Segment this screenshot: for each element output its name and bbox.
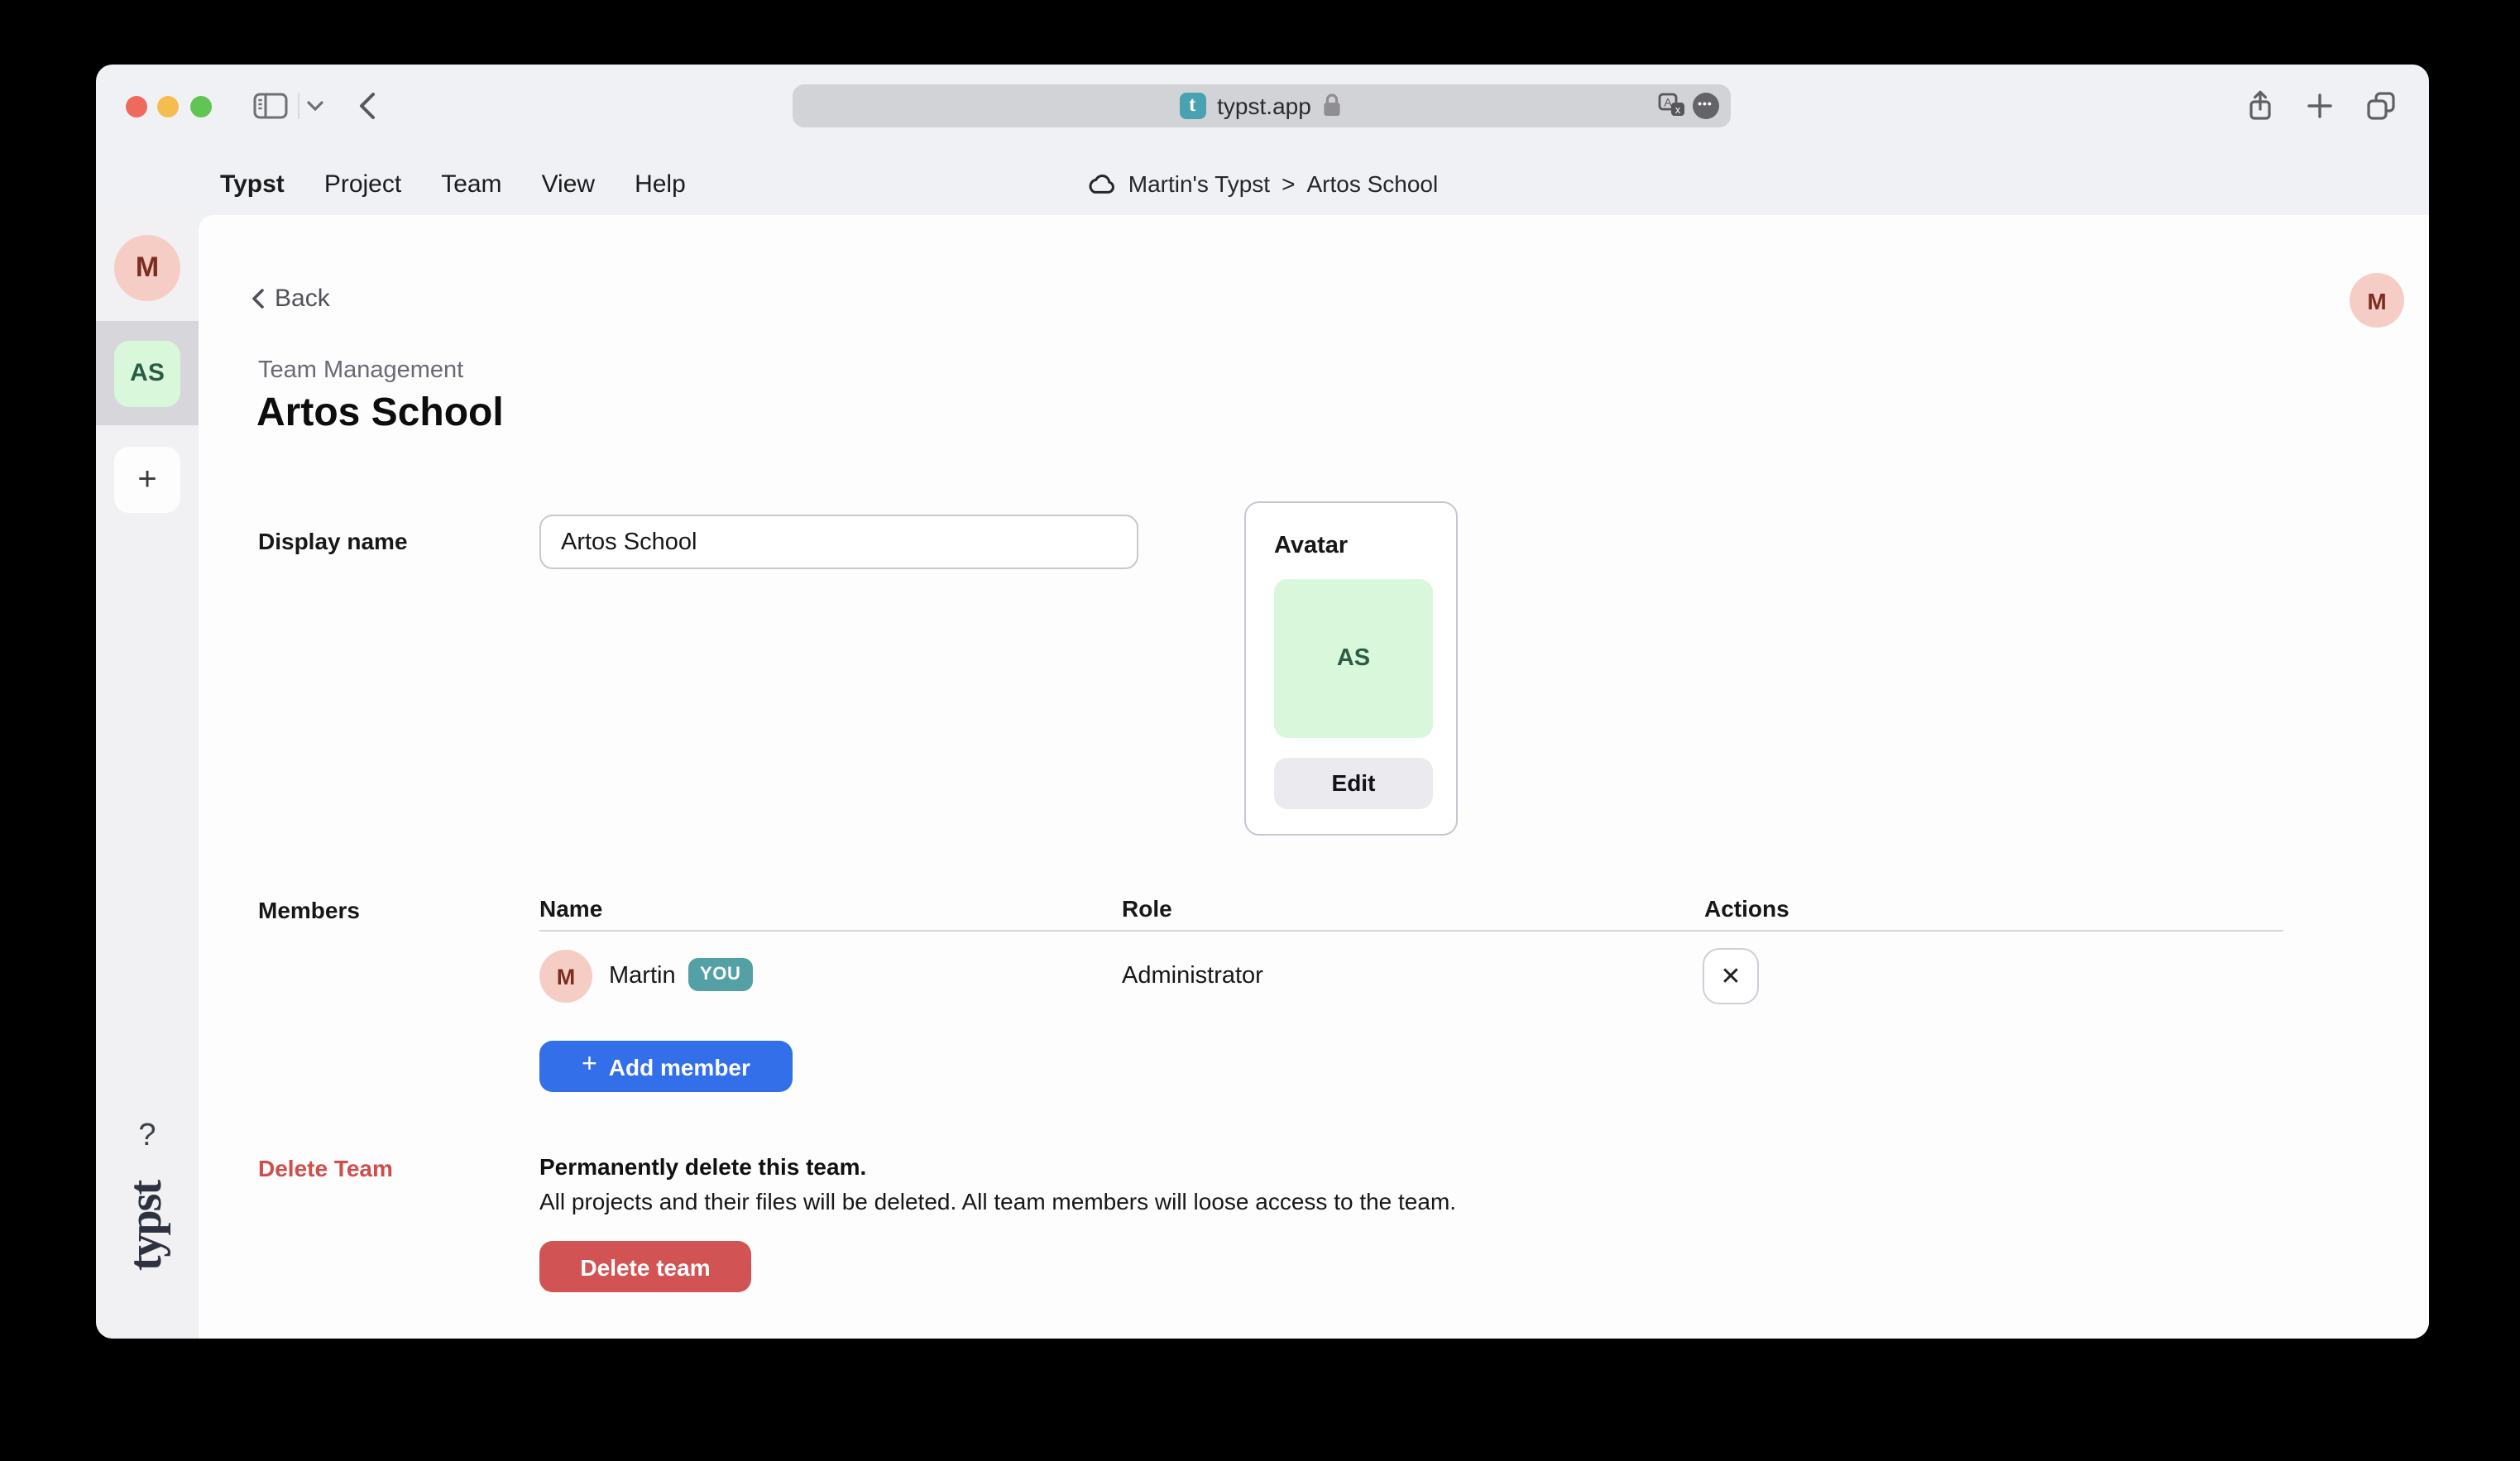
chevron-down-icon[interactable]: [306, 99, 324, 113]
menu-help[interactable]: Help: [635, 170, 686, 198]
sidebar-item-personal-workspace[interactable]: M: [114, 234, 180, 300]
edit-avatar-button[interactable]: Edit: [1274, 757, 1433, 808]
menu-typst[interactable]: Typst: [220, 170, 285, 198]
window-close-button[interactable]: [125, 95, 146, 117]
share-icon[interactable]: [2245, 89, 2275, 122]
delete-team-label: Delete Team: [258, 1155, 393, 1181]
you-badge: YOU: [688, 958, 753, 991]
team-avatar-preview: AS: [1274, 578, 1433, 737]
member-avatar: M: [539, 950, 592, 1003]
svg-text:A: A: [1663, 95, 1671, 108]
window-zoom-button[interactable]: [189, 95, 211, 117]
user-avatar[interactable]: M: [2350, 273, 2404, 328]
plus-icon: +: [137, 461, 156, 499]
sidebar-add-team-button[interactable]: +: [114, 447, 180, 513]
team-management-page: M Back Team Management Artos School Disp…: [199, 215, 2429, 1339]
translate-icon[interactable]: A x: [1657, 93, 1685, 117]
site-favicon: t: [1179, 92, 1205, 118]
column-header-role: Role: [1122, 895, 1172, 922]
column-header-name: Name: [539, 895, 602, 922]
browser-window: t typst.app A x •••: [96, 65, 2429, 1339]
remove-member-button[interactable]: ✕: [1703, 948, 1759, 1004]
typst-logo-wrap: typst: [96, 1143, 199, 1309]
avatar-card-title: Avatar: [1274, 532, 1348, 558]
page-title: Artos School: [256, 390, 504, 437]
chevron-left-icon: [252, 288, 265, 309]
cloud-icon: [1087, 173, 1117, 194]
url-text: typst.app: [1217, 92, 1311, 118]
tab-overview-icon[interactable]: [2366, 91, 2396, 121]
window-minimize-button[interactable]: [157, 95, 179, 117]
member-name: Martin: [609, 963, 676, 989]
sidebar-item-artos-school[interactable]: AS: [114, 340, 180, 406]
app-menubar: Typst Project Team View Help: [220, 167, 686, 200]
members-label: Members: [258, 897, 360, 923]
lock-icon: [1323, 93, 1343, 117]
section-label: Team Management: [258, 357, 463, 384]
browser-back-icon[interactable]: [357, 91, 377, 121]
delete-team-button[interactable]: Delete team: [539, 1241, 751, 1292]
breadcrumb-page[interactable]: Artos School: [1306, 170, 1438, 197]
address-bar[interactable]: t typst.app A x •••: [792, 84, 1730, 127]
add-member-button[interactable]: + Add member: [539, 1041, 793, 1092]
typst-logo: typst: [121, 1181, 174, 1271]
new-tab-icon[interactable]: [2305, 91, 2335, 121]
breadcrumb-separator: >: [1282, 170, 1295, 197]
address-bar-content: t typst.app: [1179, 92, 1343, 118]
menu-project[interactable]: Project: [324, 170, 401, 198]
display-name-label: Display name: [258, 528, 408, 554]
browser-sidebar-toggle-icon[interactable]: [253, 93, 288, 119]
member-role: Administrator: [1122, 963, 1263, 989]
breadcrumb-team[interactable]: Martin's Typst: [1128, 170, 1270, 197]
table-header-divider: [539, 930, 2283, 932]
delete-team-description: All projects and their files will be del…: [539, 1188, 1456, 1214]
close-icon: ✕: [1720, 961, 1741, 991]
team-sidebar: M AS + ? typst: [96, 215, 199, 1339]
delete-team-heading: Permanently delete this team.: [539, 1153, 866, 1180]
breadcrumb: Martin's Typst > Artos School: [1087, 167, 1438, 200]
svg-text:x: x: [1674, 103, 1680, 116]
back-link[interactable]: Back: [252, 285, 330, 313]
menu-team[interactable]: Team: [441, 170, 501, 198]
more-options-icon[interactable]: •••: [1692, 92, 1718, 118]
plus-icon: +: [582, 1050, 597, 1080]
avatar-card: Avatar AS Edit: [1244, 501, 1458, 835]
column-header-actions: Actions: [1704, 895, 1789, 922]
display-name-input[interactable]: [539, 515, 1138, 569]
toolbar-divider: [298, 93, 299, 119]
menu-view[interactable]: View: [542, 170, 596, 198]
screen: t typst.app A x •••: [0, 0, 2520, 1461]
